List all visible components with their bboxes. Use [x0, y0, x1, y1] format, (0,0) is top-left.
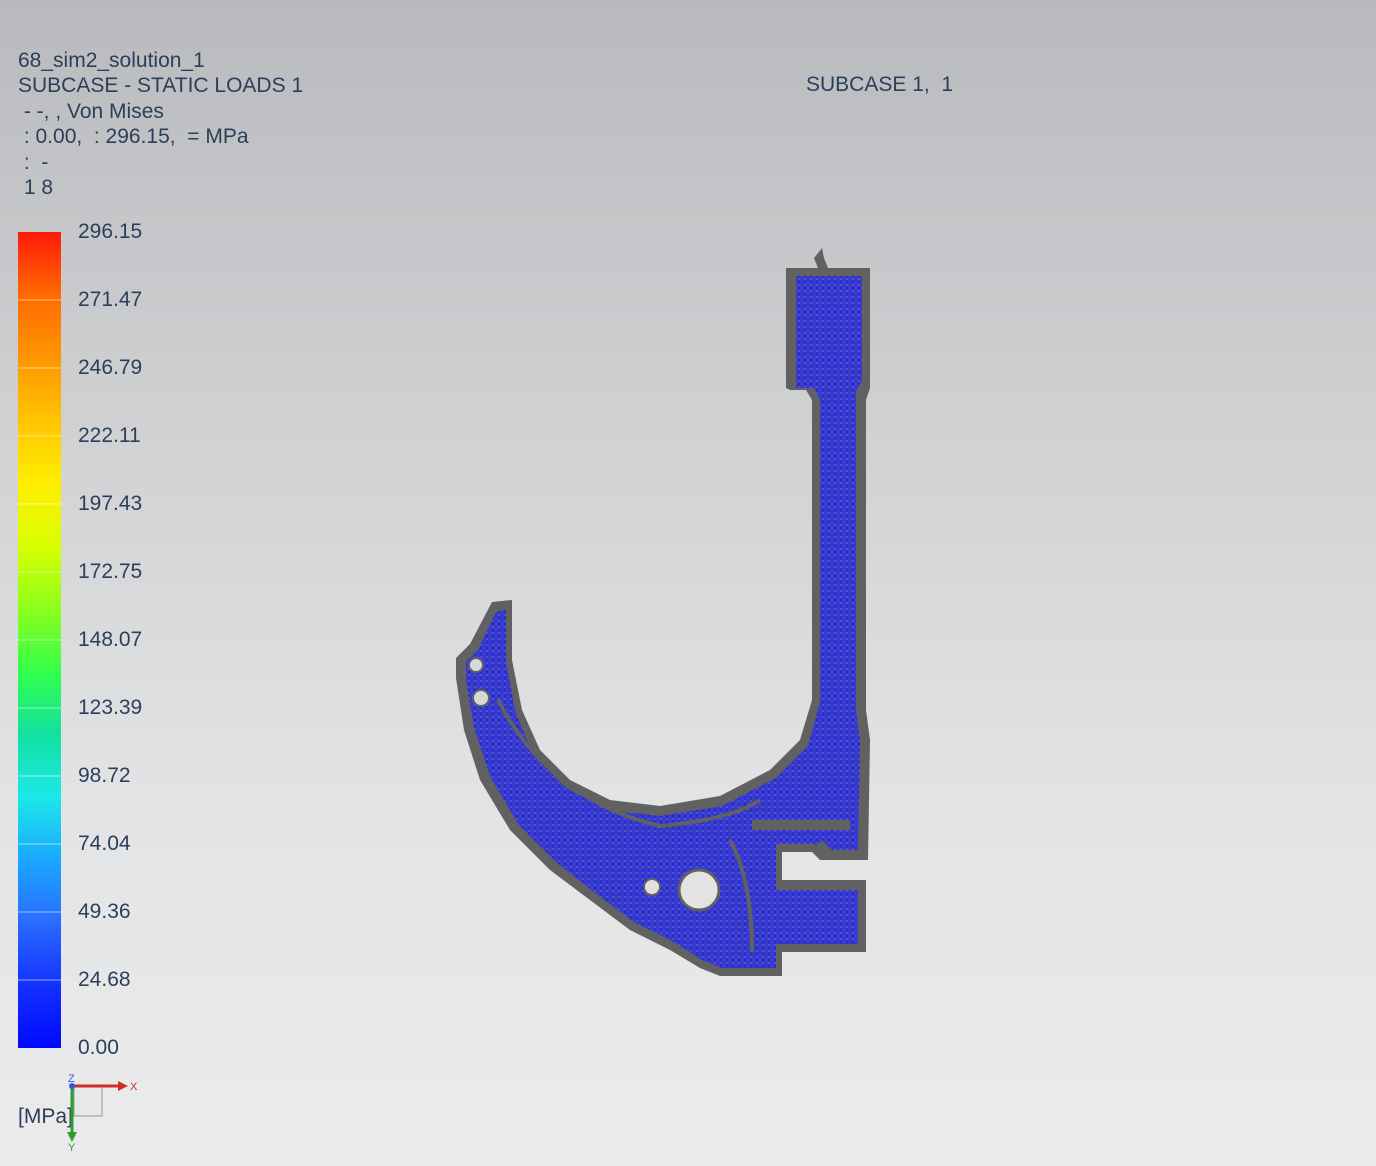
- legend-tick-label: 222.11: [78, 424, 141, 447]
- coordinate-triad: X Z Y: [58, 1072, 138, 1154]
- legend-tick-label: 74.04: [78, 832, 131, 855]
- legend-tick-label: 123.39: [78, 696, 143, 719]
- model-hole-4: [677, 868, 721, 912]
- legend-tick-label: 148.07: [78, 628, 143, 651]
- triad-cube: [73, 1085, 103, 1117]
- model-hole-3: [643, 878, 661, 896]
- legend-gradient: [18, 232, 61, 1048]
- result-title: 68_sim2_solution_1: [18, 49, 205, 72]
- legend-tick-label: 98.72: [78, 764, 131, 787]
- legend-tick-label: 172.75: [78, 560, 143, 583]
- triad-z-label: Z: [68, 1073, 75, 1085]
- viewport-subcase-label: SUBCASE 1, 1: [806, 73, 954, 96]
- result-type: - -, , Von Mises: [18, 100, 164, 123]
- legend-tick-label: 296.15: [78, 220, 143, 243]
- triad-x-label: X: [130, 1081, 138, 1093]
- model-hole-2: [472, 689, 490, 707]
- fem-mesh-model[interactable]: [430, 240, 890, 1000]
- triad-x-arrow: [118, 1081, 128, 1091]
- color-legend-bar: [18, 232, 61, 1048]
- result-range: : 0.00, : 296.15, = MPa: [18, 125, 249, 148]
- legend-tick-label: 49.36: [78, 900, 131, 923]
- triad-y-label: Y: [68, 1142, 76, 1152]
- legend-tick-label: 271.47: [78, 288, 143, 311]
- model-slot: [752, 820, 850, 830]
- legend-tick-label: 0.00: [78, 1036, 119, 1059]
- triad-y-arrow: [67, 1132, 77, 1142]
- legend-tick-label: 24.68: [78, 968, 131, 991]
- subcase-title: SUBCASE - STATIC LOADS 1: [18, 74, 304, 97]
- result-frame-info: 1 8: [18, 176, 54, 199]
- model-mesh-region: [466, 276, 862, 968]
- legend-tick-label: 246.79: [78, 356, 143, 379]
- legend-tick-label: 197.43: [78, 492, 143, 515]
- result-info-line: : -: [18, 151, 49, 174]
- model-hole-1: [468, 657, 484, 673]
